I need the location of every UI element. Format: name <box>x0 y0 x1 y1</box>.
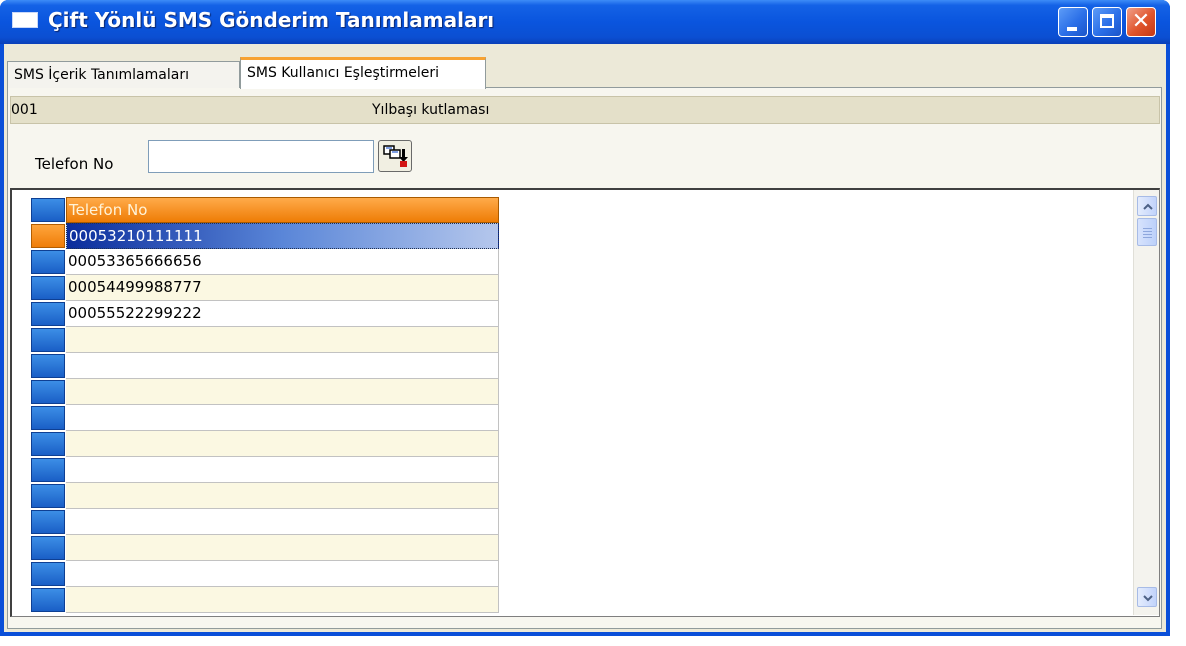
table-row[interactable] <box>31 405 499 431</box>
row-indicator[interactable] <box>31 406 65 430</box>
telefon-cell[interactable] <box>66 535 499 561</box>
column-header-telefon[interactable]: Telefon No <box>66 197 499 223</box>
telefon-cell[interactable] <box>66 431 499 457</box>
grid-header-row: Telefon No <box>31 197 499 223</box>
row-indicator[interactable] <box>31 302 65 326</box>
telefon-cell[interactable] <box>66 457 499 483</box>
table-row[interactable] <box>31 327 499 353</box>
row-indicator[interactable] <box>31 588 65 612</box>
row-indicator[interactable] <box>31 510 65 534</box>
row-indicator[interactable] <box>31 354 65 378</box>
table-row[interactable] <box>31 561 499 587</box>
scroll-thumb[interactable] <box>1137 218 1157 246</box>
window-title: Çift Yönlü SMS Gönderim Tanımlamaları <box>48 8 495 32</box>
chevron-down-icon <box>1143 595 1153 602</box>
row-indicator[interactable] <box>31 484 65 508</box>
table-row[interactable] <box>31 509 499 535</box>
row-indicator[interactable] <box>31 562 65 586</box>
maximize-button[interactable] <box>1092 7 1122 37</box>
app-window: Çift Yönlü SMS Gönderim Tanımlamaları ✕ … <box>0 0 1170 636</box>
telefon-cell[interactable] <box>66 483 499 509</box>
table-row[interactable] <box>31 535 499 561</box>
row-indicator[interactable] <box>31 380 65 404</box>
close-button[interactable]: ✕ <box>1126 7 1156 37</box>
row-indicator[interactable] <box>31 250 65 274</box>
chevron-up-icon <box>1143 203 1153 210</box>
tab-sms-kullanici[interactable]: SMS Kullanıcı Eşleştirmeleri <box>240 57 486 89</box>
telefon-cell[interactable] <box>66 327 499 353</box>
scroll-up-button[interactable] <box>1137 196 1157 216</box>
telefon-cell[interactable] <box>66 353 499 379</box>
client-area: SMS İçerik Tanımlamaları SMS Kullanıcı E… <box>4 44 1166 632</box>
phone-input[interactable] <box>148 140 374 173</box>
telefon-cell[interactable] <box>66 379 499 405</box>
telefon-cell[interactable] <box>66 405 499 431</box>
maximize-icon <box>1100 14 1114 28</box>
close-icon: ✕ <box>1131 9 1151 34</box>
telefon-cell[interactable]: 00055522299222 <box>66 301 499 327</box>
grid-corner[interactable] <box>31 198 65 222</box>
record-info-bar: 001 Yılbaşı kutlaması <box>10 96 1160 124</box>
telefon-cell[interactable]: 00053365666656 <box>66 249 499 275</box>
vertical-scrollbar[interactable] <box>1133 190 1159 615</box>
row-indicator[interactable] <box>31 224 65 248</box>
row-indicator[interactable] <box>31 458 65 482</box>
table-row[interactable] <box>31 431 499 457</box>
table-row[interactable] <box>31 379 499 405</box>
row-indicator[interactable] <box>31 536 65 560</box>
minimize-button[interactable] <box>1058 7 1088 37</box>
title-bar[interactable]: Çift Yönlü SMS Gönderim Tanımlamaları ✕ <box>0 0 1170 44</box>
table-row[interactable] <box>31 483 499 509</box>
row-indicator[interactable] <box>31 328 65 352</box>
scroll-down-button[interactable] <box>1137 587 1157 607</box>
row-indicator[interactable] <box>31 432 65 456</box>
lookup-copy-icon <box>383 145 408 167</box>
telefon-cell[interactable]: 00053210111111 <box>66 223 499 249</box>
table-row[interactable] <box>31 587 499 613</box>
tab-sms-icerik[interactable]: SMS İçerik Tanımlamaları <box>7 61 240 88</box>
table-row[interactable]: 00055522299222 <box>31 301 499 327</box>
table-row[interactable]: 00054499988777 <box>31 275 499 301</box>
record-description: Yılbaşı kutlaması <box>372 102 490 118</box>
record-code: 001 <box>11 102 38 118</box>
window-icon <box>12 12 38 28</box>
table-row[interactable]: 00053365666656 <box>31 249 499 275</box>
table-row[interactable] <box>31 353 499 379</box>
telefon-cell[interactable]: 00054499988777 <box>66 275 499 301</box>
telefon-cell[interactable] <box>66 509 499 535</box>
telefon-cell[interactable] <box>66 587 499 613</box>
phone-label: Telefon No <box>35 155 114 173</box>
phone-grid-panel: Telefon No 00053210111111 00053365666656 0… <box>10 188 1160 617</box>
row-indicator[interactable] <box>31 276 65 300</box>
telefon-cell[interactable] <box>66 561 499 587</box>
table-row[interactable] <box>31 457 499 483</box>
lookup-button[interactable] <box>378 140 412 172</box>
table-row[interactable]: 00053210111111 <box>31 223 499 249</box>
minimize-icon <box>1067 27 1077 31</box>
